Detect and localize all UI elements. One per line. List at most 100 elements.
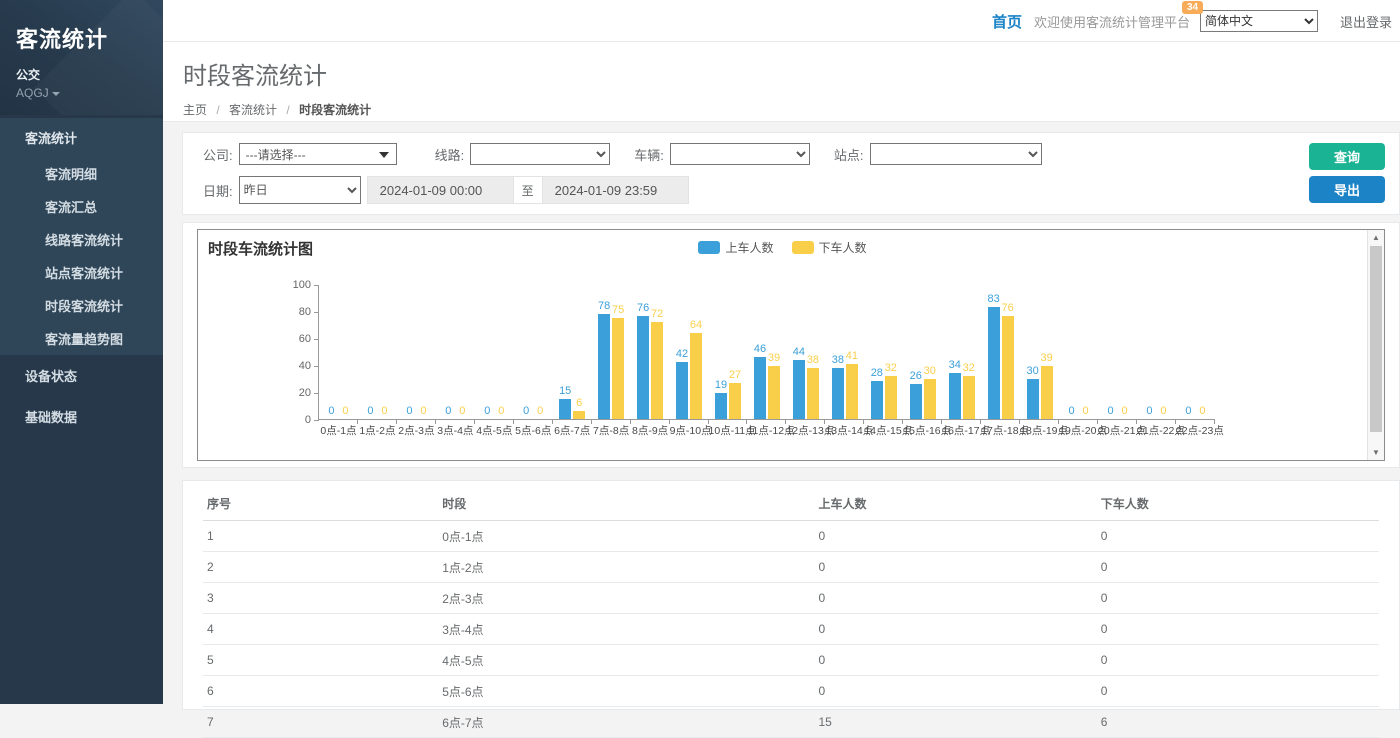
bar-上车人数 [988,307,1000,419]
bar-上车人数 [910,384,922,419]
bar-group: 42649点-10点 [670,284,709,419]
x-axis-tick-label: 5点-6点 [514,423,553,438]
x-axis-tick-label: 6点-7点 [553,423,592,438]
sidebar-item-设备状态[interactable]: 设备状态 [0,355,163,396]
table-header-时段: 时段 [438,487,814,521]
scrollbar-thumb[interactable] [1370,246,1382,432]
x-axis-tick-label: 22点-23点 [1176,423,1215,438]
bar-下车人数 [612,318,624,419]
y-axis-tick-label: 20 [283,387,311,399]
query-button[interactable]: 查询 [1309,143,1385,170]
date-end-input[interactable]: 2024-01-09 23:59 [542,176,689,204]
bar-group: 384113点-14点 [825,284,864,419]
bar-下车人数 [690,333,702,419]
content-area: 公司: ---请选择--- 线路: 车辆: 站点: 日期: 昨日 202 [163,123,1400,704]
bar-group: 003点-4点 [436,284,475,419]
welcome-text: 欢迎使用客流统计管理平台 [1034,12,1190,31]
y-axis-tick-label: 40 [283,360,311,372]
x-axis-tick-label: 20点-21点 [1098,423,1137,438]
bar-group: 263015点-16点 [903,284,942,419]
x-axis-tick-label: 3点-4点 [436,423,475,438]
y-axis-tick-label: 60 [283,333,311,345]
filter-card: 公司: ---请选择--- 线路: 车辆: 站点: 日期: 昨日 202 [182,132,1400,215]
x-axis-tick-label: 2点-3点 [397,423,436,438]
vehicle-select[interactable] [670,143,810,165]
x-axis-tick-label: 1点-2点 [358,423,397,438]
x-axis-tick-label: 8点-9点 [631,423,670,438]
export-button[interactable]: 导出 [1309,176,1385,203]
bar-上车人数 [676,362,688,419]
bar-group: 004点-5点 [475,284,514,419]
bar-下车人数 [768,366,780,419]
bar-下车人数 [573,411,585,419]
table-header-下车人数: 下车人数 [1097,487,1379,521]
bar-下车人数 [885,376,897,419]
table-card: 序号时段上车人数下车人数10点-1点0021点-2点0032点-3点0043点-… [182,480,1400,710]
org-name: 公交 [16,66,163,83]
hourly-stats-table: 序号时段上车人数下车人数10点-1点0021点-2点0032点-3点0043点-… [203,487,1379,738]
bar-group: 343216点-17点 [942,284,981,419]
sidebar-subitem-客流汇总[interactable]: 客流汇总 [0,190,163,223]
table-row: 54点-5点00 [203,645,1379,676]
logout-link[interactable]: 退出登录 [1340,12,1392,31]
sidebar-subitem-时段客流统计[interactable]: 时段客流统计 [0,289,163,322]
x-axis-tick-label: 21点-22点 [1137,423,1176,438]
x-axis-tick-label: 14点-15点 [864,423,903,438]
line-select[interactable] [470,143,610,165]
bar-上车人数 [715,393,727,419]
sidebar-subitem-线路客流统计[interactable]: 线路客流统计 [0,223,163,256]
bar-下车人数 [846,364,858,419]
bar-下车人数 [729,383,741,419]
bar-下车人数 [651,322,663,419]
x-axis-tick-label: 10点-11点 [709,423,748,438]
company-select[interactable]: ---请选择--- [239,143,397,165]
sidebar-item-客流统计[interactable]: 客流统计 [0,118,163,157]
bar-上车人数 [871,381,883,419]
x-axis-tick-label: 19点-20点 [1059,423,1098,438]
bar-下车人数 [1041,366,1053,419]
bar-上车人数 [949,373,961,419]
date-preset-select[interactable]: 昨日 [239,176,361,204]
company-label: 公司: [203,145,233,164]
bar-下车人数 [924,379,936,420]
x-axis-tick-label: 4点-5点 [475,423,514,438]
date-start-input[interactable]: 2024-01-09 00:00 [367,176,514,204]
sidebar-subitem-客流明细[interactable]: 客流明细 [0,157,163,190]
sidebar-item-基础数据[interactable]: 基础数据 [0,396,163,437]
chart-plot-area: 020406080100000点-1点001点-2点002点-3点003点-4点… [198,230,1367,460]
scrollbar-down-icon[interactable]: ▼ [1368,445,1384,460]
x-axis-tick-label: 0点-1点 [319,423,358,438]
bar-上车人数 [598,314,610,419]
table-row: 65点-6点00 [203,676,1379,707]
sidebar-subitem-客流量趋势图[interactable]: 客流量趋势图 [0,322,163,355]
station-select[interactable] [870,143,1042,165]
bar-上车人数 [1027,379,1039,420]
scrollbar-up-icon[interactable]: ▲ [1368,230,1384,245]
language-select[interactable]: 简体中文 [1200,10,1318,32]
bar-value-label: 0 [1185,405,1219,417]
breadcrumb-home[interactable]: 主页 [183,103,207,117]
table-header-上车人数: 上车人数 [815,487,1097,521]
bar-上车人数 [793,360,805,419]
page-header: 时段客流统计 主页 / 客流统计 / 时段客流统计 [163,42,1400,122]
vehicle-label: 车辆: [634,145,664,164]
y-axis-tick-label: 0 [283,414,311,426]
sidebar: 客流统计 公交 AQGJ 客流统计客流明细客流汇总线路客流统计站点客流统计时段客… [0,0,163,704]
bar-group: 0020点-21点 [1098,284,1137,419]
page-title: 时段客流统计 [183,56,1400,91]
breadcrumb-current: 时段客流统计 [299,103,371,117]
bar-group: 78757点-8点 [592,284,631,419]
sidebar-menu: 客流统计客流明细客流汇总线路客流统计站点客流统计时段客流统计客流量趋势图设备状态… [0,118,163,437]
breadcrumb-section[interactable]: 客流统计 [229,103,277,117]
sidebar-subitem-站点客流统计[interactable]: 站点客流统计 [0,256,163,289]
table-header-序号: 序号 [203,487,438,521]
home-link[interactable]: 首页 [992,11,1022,32]
org-code-dropdown[interactable]: AQGJ [16,86,163,100]
bar-value-label: 15 [548,385,582,397]
chart-scrollbar[interactable]: ▲ ▼ [1367,230,1384,460]
x-axis-tick-label: 12点-13点 [786,423,825,438]
bar-下车人数 [807,368,819,419]
bar-下车人数 [963,376,975,419]
bar-group: 005点-6点 [514,284,553,419]
x-axis-tick-label: 15点-16点 [903,423,942,438]
